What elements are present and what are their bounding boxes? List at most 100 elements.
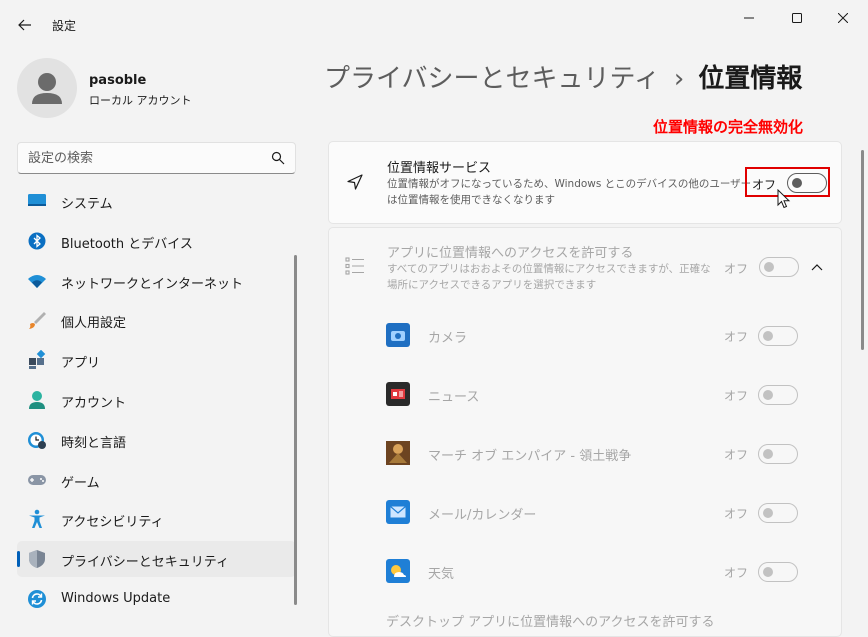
app-access-title: アプリに位置情報へのアクセスを許可する bbox=[387, 246, 634, 261]
camera-app-icon bbox=[386, 323, 410, 347]
sidebar-item-label: ゲーム bbox=[61, 475, 100, 491]
app-toggle[interactable] bbox=[758, 444, 798, 464]
gamepad-icon bbox=[27, 470, 47, 490]
sidebar-item-label: アカウント bbox=[61, 395, 127, 411]
sidebar-scrollbar[interactable] bbox=[294, 255, 297, 605]
app-access-description-line1: すべてのアプリはおおよその位置情報にアクセスできますが、正確な bbox=[387, 263, 711, 275]
breadcrumb: プライバシーとセキュリティ › 位置情報 bbox=[324, 58, 802, 95]
back-arrow-icon bbox=[18, 19, 31, 31]
mail-app-icon bbox=[386, 500, 410, 524]
shield-icon bbox=[27, 549, 47, 569]
location-service-description-line2: は位置情報を使用できなくなります bbox=[387, 194, 555, 206]
news-app-icon bbox=[386, 382, 410, 406]
location-service-title: 位置情報サービス bbox=[387, 161, 492, 176]
sidebar-item-label: プライバシーとセキュリティ bbox=[61, 555, 229, 571]
sidebar-item-label: Bluetooth とデバイス bbox=[61, 236, 193, 252]
account-icon bbox=[27, 390, 47, 410]
profile-name: pasoble bbox=[89, 73, 147, 88]
annotation-label: 位置情報の完全無効化 bbox=[653, 118, 804, 136]
sidebar-item-label: 個人用設定 bbox=[61, 316, 127, 332]
app-row-mail: メール/カレンダー オフ bbox=[386, 492, 826, 532]
search-input[interactable] bbox=[28, 143, 268, 173]
app-row-camera: カメラ オフ bbox=[386, 315, 826, 355]
close-button[interactable] bbox=[820, 0, 866, 36]
app-state: オフ bbox=[724, 566, 749, 580]
app-name: カメラ bbox=[428, 331, 468, 346]
app-state: オフ bbox=[724, 330, 749, 344]
breadcrumb-separator: › bbox=[673, 64, 685, 94]
sidebar-item-apps[interactable]: アプリ bbox=[17, 342, 296, 378]
app-access-toggle[interactable] bbox=[759, 257, 799, 277]
app-name: メール/カレンダー bbox=[428, 508, 537, 523]
sidebar-item-label: アクセシビリティ bbox=[61, 515, 164, 531]
app-title: 設定 bbox=[52, 19, 77, 33]
list-icon bbox=[345, 256, 365, 276]
desktop-access-title: デスクトップ アプリに位置情報へのアクセスを許可する bbox=[386, 615, 715, 630]
toggle-knob bbox=[764, 262, 774, 272]
search-box[interactable] bbox=[17, 142, 296, 174]
user-silhouette-icon bbox=[32, 73, 62, 104]
sidebar-item-label: ネットワークとインターネット bbox=[61, 276, 244, 292]
app-toggle[interactable] bbox=[758, 503, 798, 523]
sidebar-item-network[interactable]: ネットワークとインターネット bbox=[17, 263, 296, 299]
sidebar-item-accessibility[interactable]: アクセシビリティ bbox=[17, 501, 296, 537]
mouse-cursor-icon bbox=[777, 189, 791, 209]
sidebar-item-label: アプリ bbox=[61, 356, 101, 372]
accessibility-icon bbox=[27, 509, 47, 529]
app-row-weather: 天気 オフ bbox=[386, 551, 826, 591]
app-state: オフ bbox=[724, 448, 749, 462]
sidebar-item-personalization[interactable]: 個人用設定 bbox=[17, 302, 296, 338]
toggle-knob bbox=[763, 567, 773, 577]
location-service-description-line1: 位置情報がオフになっているため、Windows とこのデバイスの他のユーザー bbox=[387, 178, 752, 190]
toggle-knob bbox=[763, 390, 773, 400]
brush-icon bbox=[27, 310, 47, 330]
sidebar-item-accounts[interactable]: アカウント bbox=[17, 382, 296, 418]
app-state: オフ bbox=[724, 507, 749, 521]
close-icon bbox=[838, 13, 848, 23]
sidebar-item-system[interactable]: システム bbox=[17, 183, 296, 219]
app-state: オフ bbox=[724, 389, 749, 403]
app-access-state: オフ bbox=[724, 262, 749, 276]
app-row-news: ニュース オフ bbox=[386, 374, 826, 414]
app-name: ニュース bbox=[428, 390, 480, 405]
sidebar-item-gaming[interactable]: ゲーム bbox=[17, 462, 296, 498]
content-scrollbar[interactable] bbox=[861, 150, 864, 350]
sidebar-nav: システム Bluetooth とデバイス ネットワークとインターネット 個人用設… bbox=[17, 183, 296, 621]
sidebar-item-time-language[interactable]: 時刻と言語 bbox=[17, 422, 296, 458]
sidebar-item-label: Windows Update bbox=[61, 590, 171, 606]
sidebar-item-label: 時刻と言語 bbox=[61, 435, 127, 451]
sidebar-item-label: システム bbox=[61, 197, 113, 212]
chevron-up-icon[interactable] bbox=[807, 257, 827, 277]
toggle-knob bbox=[763, 331, 773, 341]
system-icon bbox=[27, 191, 47, 211]
app-name: 天気 bbox=[428, 567, 455, 582]
sidebar-item-windows-update[interactable]: Windows Update bbox=[17, 581, 296, 617]
maximize-icon bbox=[792, 13, 802, 23]
breadcrumb-parent[interactable]: プライバシーとセキュリティ bbox=[324, 64, 660, 94]
minimize-button[interactable] bbox=[726, 0, 772, 36]
wifi-icon bbox=[27, 271, 47, 291]
apps-icon bbox=[27, 350, 47, 370]
update-icon bbox=[27, 589, 47, 609]
toggle-knob bbox=[763, 449, 773, 459]
app-name: マーチ オブ エンパイア - 領土戦争 bbox=[428, 449, 632, 464]
location-arrow-icon bbox=[345, 172, 365, 192]
back-button[interactable] bbox=[12, 12, 38, 38]
app-toggle[interactable] bbox=[758, 326, 798, 346]
avatar[interactable] bbox=[17, 58, 77, 118]
title-bar: 設定 bbox=[0, 0, 868, 48]
app-access-description-line2: 場所にアクセスできるアプリを選択できます bbox=[387, 279, 597, 291]
time-language-icon bbox=[27, 430, 47, 450]
maximize-button[interactable] bbox=[774, 0, 820, 36]
weather-app-icon bbox=[386, 559, 410, 583]
sidebar-item-privacy-security[interactable]: プライバシーとセキュリティ bbox=[17, 541, 296, 578]
app-toggle[interactable] bbox=[758, 385, 798, 405]
bluetooth-icon bbox=[27, 231, 47, 251]
sidebar-item-bluetooth[interactable]: Bluetooth とデバイス bbox=[17, 223, 296, 259]
app-toggle[interactable] bbox=[758, 562, 798, 582]
search-icon[interactable] bbox=[271, 151, 285, 165]
toggle-knob bbox=[763, 508, 773, 518]
minimize-icon bbox=[744, 17, 754, 19]
profile-account-type: ローカル アカウント bbox=[89, 94, 192, 107]
app-row-game: マーチ オブ エンパイア - 領土戦争 オフ bbox=[386, 433, 826, 473]
